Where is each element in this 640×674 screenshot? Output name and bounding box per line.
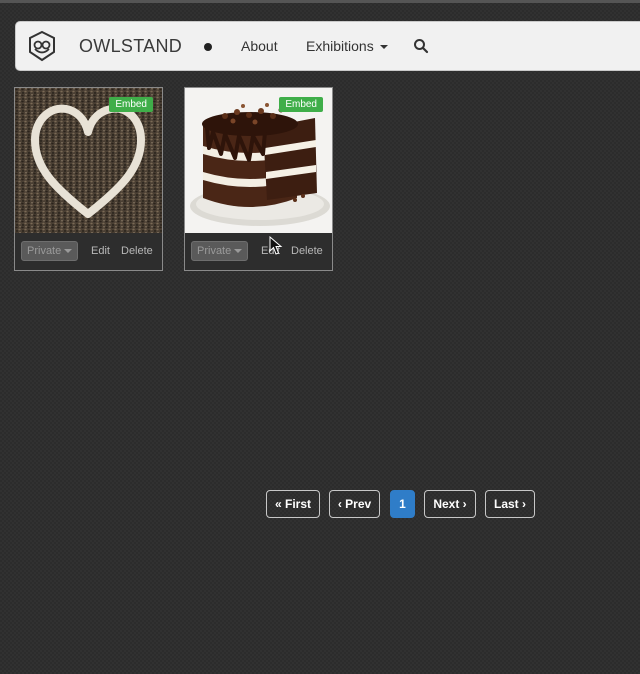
prev-page-button[interactable]: ‹ Prev: [329, 490, 380, 518]
nav-exhibitions-dropdown[interactable]: Exhibitions: [306, 38, 388, 54]
card-actions: Private Edit Delete: [185, 233, 332, 270]
privacy-dropdown[interactable]: Private: [21, 241, 78, 261]
owl-logo-icon[interactable]: [27, 30, 57, 62]
current-page-button[interactable]: 1: [390, 490, 415, 518]
nav-about-link[interactable]: About: [241, 38, 278, 54]
next-page-button[interactable]: Next ›: [424, 490, 476, 518]
chevron-down-icon: [379, 45, 388, 50]
nav-exhibitions-label: Exhibitions: [306, 38, 374, 54]
delete-link[interactable]: Delete: [291, 245, 323, 257]
mouse-cursor-icon: [269, 236, 283, 255]
privacy-label: Private: [27, 245, 62, 257]
chevron-down-icon: [234, 249, 243, 254]
privacy-label: Private: [197, 245, 232, 257]
embed-badge[interactable]: Embed: [109, 97, 153, 112]
delete-link[interactable]: Delete: [121, 245, 153, 257]
last-page-button[interactable]: Last ›: [485, 490, 535, 518]
artwork-card: Embed Private Edit Delete: [14, 87, 163, 271]
nav-dot-icon[interactable]: [204, 43, 212, 51]
card-actions: Private Edit Delete: [15, 233, 162, 270]
window-top-border: [0, 0, 640, 3]
brand-name[interactable]: OWLSTAND: [79, 36, 182, 57]
privacy-dropdown[interactable]: Private: [191, 241, 248, 261]
chevron-down-icon: [64, 249, 73, 254]
embed-badge[interactable]: Embed: [279, 97, 323, 112]
search-icon[interactable]: [413, 38, 429, 54]
first-page-button[interactable]: « First: [266, 490, 320, 518]
navbar: OWLSTAND About Exhibitions: [15, 21, 640, 71]
artwork-card: Embed Private Edit Delete: [184, 87, 333, 271]
edit-link[interactable]: Edit: [91, 245, 110, 257]
